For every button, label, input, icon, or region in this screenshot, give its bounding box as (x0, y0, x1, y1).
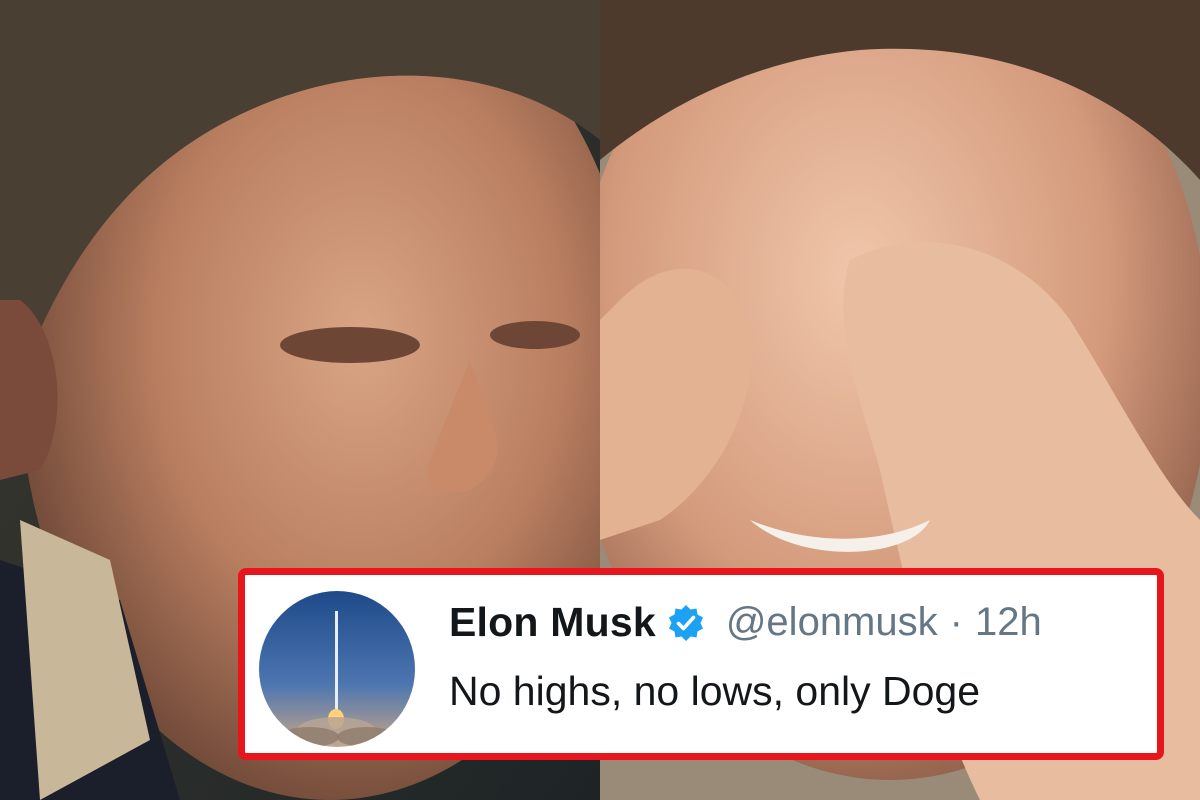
display-name[interactable]: Elon Musk (449, 599, 656, 646)
separator-dot: · (949, 600, 963, 644)
tweet-text: No highs, no lows, only Doge (449, 668, 981, 714)
tweet-header: Elon Musk @elonmusk · 12h (449, 599, 1042, 646)
user-handle[interactable]: @elonmusk (726, 600, 938, 645)
avatar-rocket-launch[interactable] (259, 591, 415, 747)
tweet-card[interactable]: Elon Musk @elonmusk · 12h No highs, no l… (238, 568, 1164, 760)
tweet-timestamp[interactable]: 12h (975, 600, 1042, 645)
verified-badge-icon (666, 603, 706, 643)
